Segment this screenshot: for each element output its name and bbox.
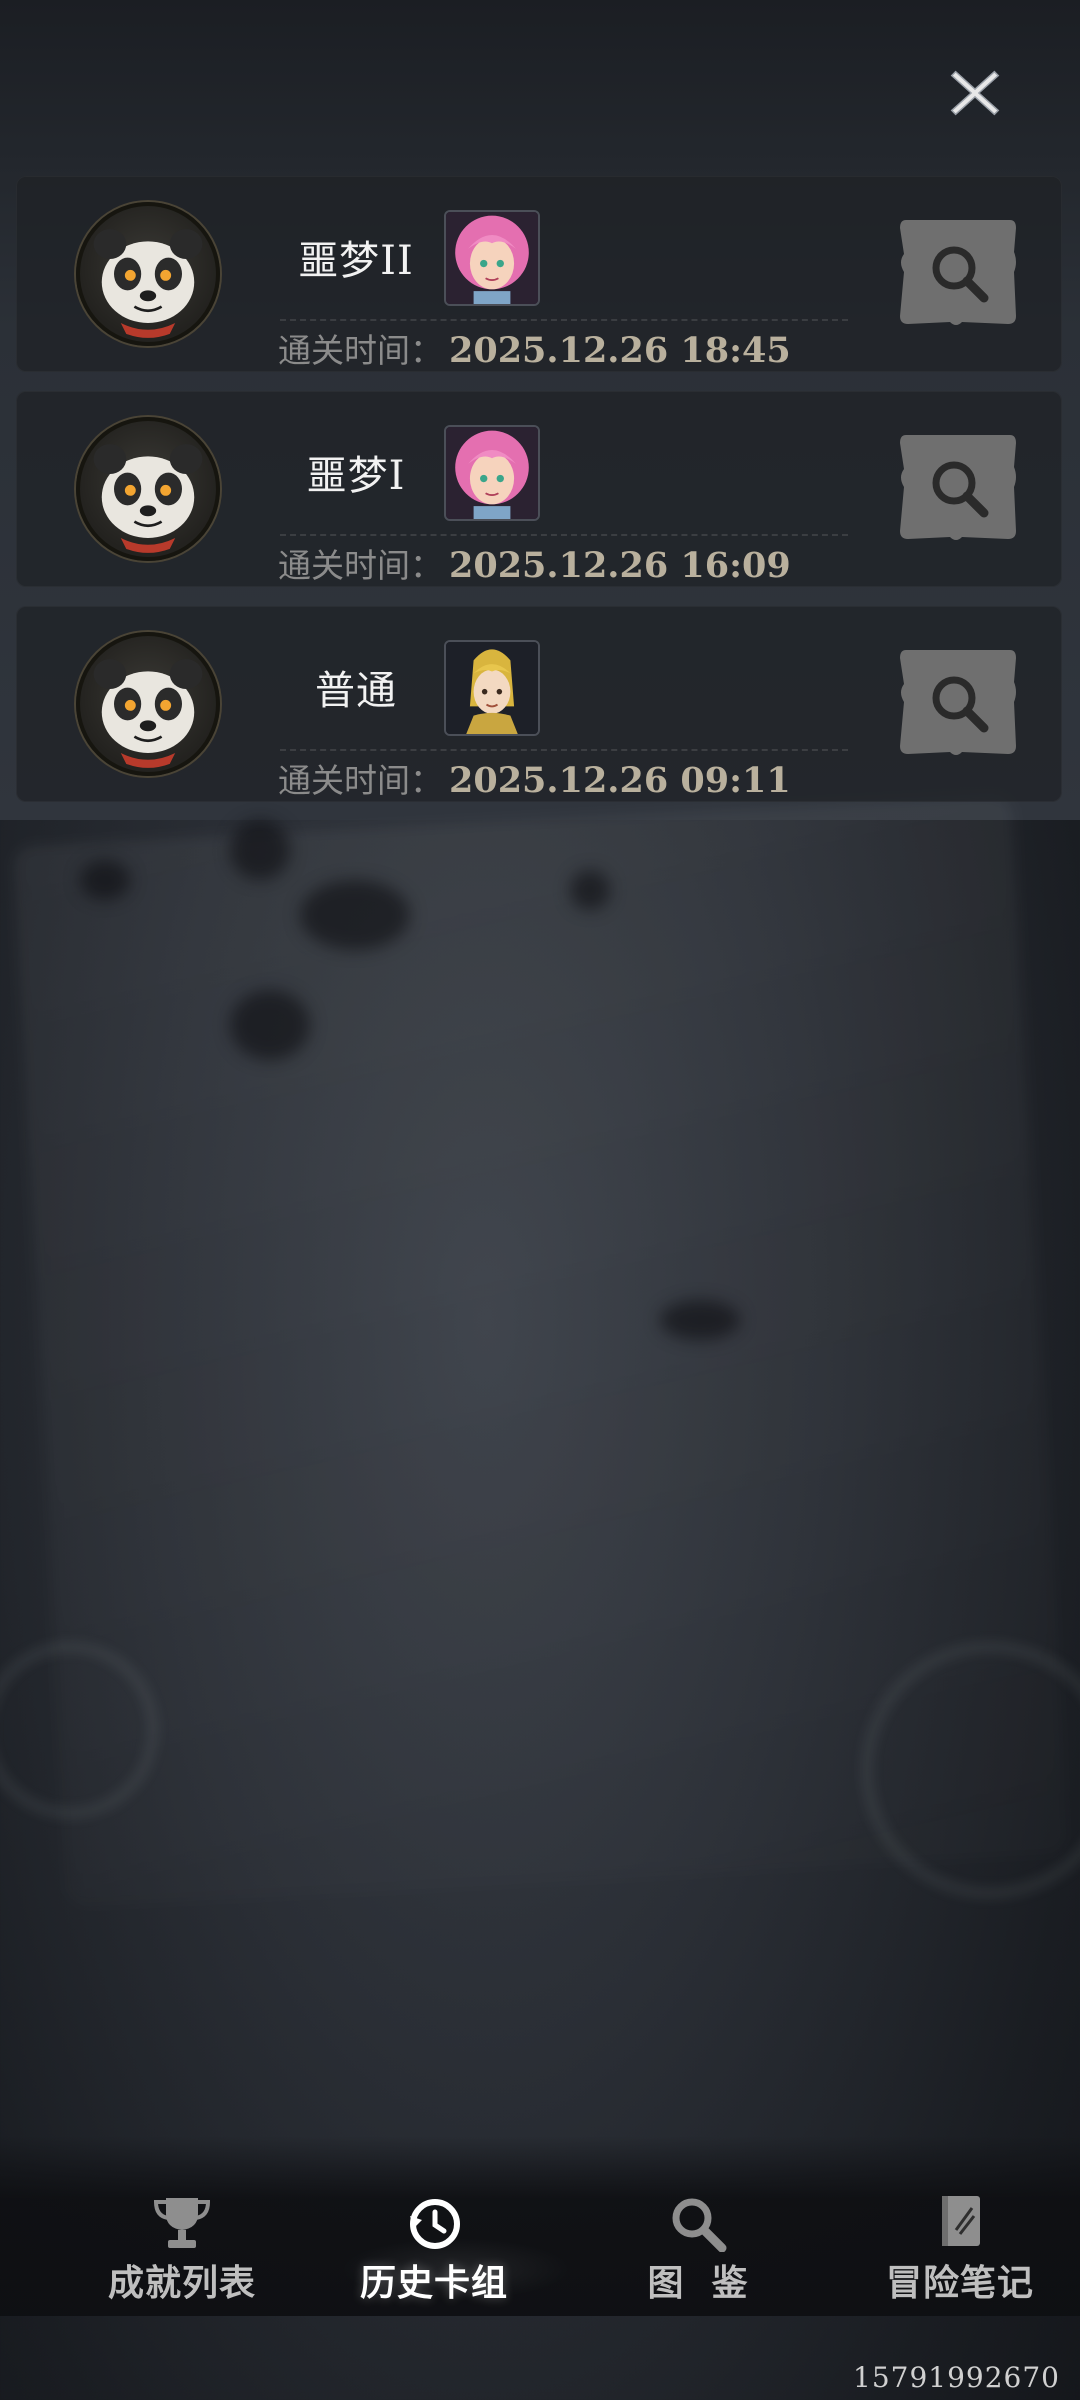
history-record[interactable]: 噩梦II 通关时间： 2025.12.26 18:45 [16, 176, 1062, 372]
background-blot [570, 870, 610, 910]
panda-avatar [76, 632, 220, 776]
history-record[interactable]: 噩梦I 通关时间： 2025.12.26 16:09 [16, 391, 1062, 587]
panda-avatar [76, 417, 220, 561]
notebook-icon [928, 2194, 992, 2252]
clear-time: 通关时间： 2025.12.26 16:09 [278, 539, 791, 586]
clear-time-value: 2025.12.26 16:09 [449, 545, 791, 586]
history-icon [402, 2194, 466, 2252]
clear-time-label: 通关时间： [278, 331, 443, 370]
pink-hair-hero-portrait [444, 425, 540, 521]
background-blot [660, 1300, 740, 1340]
divider [280, 749, 848, 751]
magnifier-icon [900, 220, 1016, 325]
search-icon [666, 2194, 730, 2253]
bottom-nav: 成就列表 历史卡组 图 鉴 冒险笔记 [0, 2136, 1080, 2316]
divider [280, 534, 848, 536]
magnifier-icon [900, 650, 1016, 755]
nav-history-decks[interactable]: 历史卡组 [334, 2194, 572, 2304]
clear-time-value: 2025.12.26 18:45 [449, 330, 791, 371]
panda-avatar [76, 202, 220, 346]
nav-label: 成就列表 [107, 2263, 256, 2304]
trophy-icon [150, 2194, 214, 2252]
clear-time-value: 2025.12.26 09:11 [449, 760, 791, 801]
magnifier-icon [900, 435, 1016, 540]
background-blot [230, 990, 310, 1060]
blonde-hero-portrait [444, 640, 540, 736]
history-deck-list: 噩梦II 通关时间： 2025.12.26 18:45 噩梦I 通关时间： 20… [16, 176, 1062, 821]
close-icon [950, 70, 1000, 116]
nav-label: 冒险笔记 [885, 2263, 1034, 2304]
history-record[interactable]: 普通 通关时间： 2025.12.26 09:11 [16, 606, 1062, 802]
view-deck-button[interactable] [896, 212, 1020, 332]
difficulty-label: 普通 [315, 668, 397, 714]
divider [280, 319, 848, 321]
view-deck-button[interactable] [896, 427, 1020, 547]
difficulty-label: 噩梦II [298, 238, 414, 284]
clear-time: 通关时间： 2025.12.26 18:45 [278, 324, 791, 371]
nav-adventure-notes[interactable]: 冒险笔记 [860, 2194, 1060, 2304]
nav-label: 历史卡组 [359, 2263, 508, 2304]
nav-achievements[interactable]: 成就列表 [82, 2194, 282, 2304]
nav-codex[interactable]: 图 鉴 [598, 2194, 798, 2304]
nav-label: 图 鉴 [647, 2263, 749, 2304]
clear-time: 通关时间： 2025.12.26 09:11 [278, 754, 791, 801]
background-blot [80, 860, 130, 900]
close-button[interactable] [940, 58, 1010, 128]
device-id: 15791992670 [853, 2361, 1060, 2394]
clear-time-label: 通关时间： [278, 761, 443, 800]
background-blot [230, 820, 290, 880]
view-deck-button[interactable] [896, 642, 1020, 762]
clear-time-label: 通关时间： [278, 546, 443, 585]
difficulty-label: 噩梦I [306, 453, 406, 499]
background-blot [300, 880, 410, 950]
pink-hair-hero-portrait [444, 210, 540, 306]
